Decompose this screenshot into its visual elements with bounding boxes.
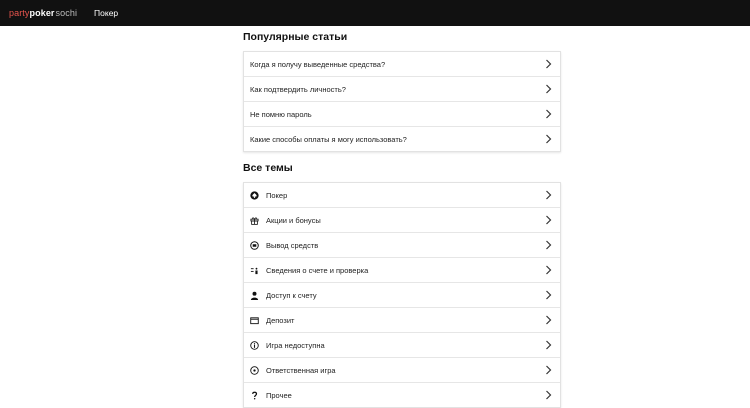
topic-item-responsible-gaming[interactable]: Ответственная игра [244, 358, 560, 383]
logo-poker-text: poker [29, 8, 55, 18]
chevron-right-icon [545, 265, 552, 275]
responsible-gaming-icon [250, 365, 259, 375]
wallet-icon [250, 316, 259, 325]
popular-articles-title: Популярные статьи [243, 31, 348, 43]
popular-article-label: Не помню пароль [250, 109, 312, 119]
popular-article-item[interactable]: Как подтвердить личность? [244, 77, 560, 102]
topic-item-withdrawal[interactable]: Вывод средств [244, 233, 560, 258]
chevron-right-icon [545, 290, 552, 300]
logo-party-text: party [9, 8, 30, 18]
topic-label: Доступ к счету [266, 290, 317, 300]
topic-item-account-verification[interactable]: Сведения о счете и проверка [244, 258, 560, 283]
chevron-right-icon [545, 190, 552, 200]
all-topics-list: Покер Акции и бонусы Вывод средств Сведе… [243, 182, 561, 408]
chevron-right-icon [545, 390, 552, 400]
logo-sochi-text: sochi [55, 8, 78, 18]
top-navigation-bar: party poker sochi Покер [0, 0, 750, 26]
popular-article-item[interactable]: Не помню пароль [244, 102, 560, 127]
topic-label: Депозит [266, 315, 295, 325]
chevron-right-icon [545, 240, 552, 250]
topic-item-poker[interactable]: Покер [244, 183, 560, 208]
popular-article-label: Как подтвердить личность? [250, 84, 346, 94]
nav-link-poker[interactable]: Покер [94, 8, 118, 18]
topic-label: Акции и бонусы [266, 215, 321, 225]
chevron-right-icon [545, 365, 552, 375]
popular-articles-list: Когда я получу выведенные средства? Как … [243, 51, 561, 152]
gift-icon [250, 216, 259, 225]
topic-label: Прочее [266, 390, 292, 400]
topic-label: Покер [266, 190, 288, 200]
account-verification-icon [250, 266, 259, 275]
popular-article-label: Когда я получу выведенные средства? [250, 59, 386, 69]
topic-label: Ответственная игра [266, 365, 336, 375]
popular-article-item[interactable]: Какие способы оплаты я могу использовать… [244, 127, 560, 151]
topic-label: Игра недоступна [266, 340, 325, 350]
topic-label: Сведения о счете и проверка [266, 265, 369, 275]
partypoker-sochi-logo[interactable]: party poker sochi [9, 8, 77, 18]
chevron-right-icon [545, 109, 552, 119]
topic-item-promotions[interactable]: Акции и бонусы [244, 208, 560, 233]
popular-article-label: Какие способы оплаты я могу использовать… [250, 134, 407, 144]
chevron-right-icon [545, 84, 552, 94]
chevron-right-icon [545, 134, 552, 144]
chevron-right-icon [545, 215, 552, 225]
help-content: Популярные статьи Когда я получу выведен… [243, 26, 561, 408]
user-icon [250, 291, 259, 300]
withdraw-icon [250, 240, 259, 250]
topic-item-deposit[interactable]: Депозит [244, 308, 560, 333]
question-icon [250, 391, 259, 400]
topic-item-other[interactable]: Прочее [244, 383, 560, 407]
chevron-right-icon [545, 315, 552, 325]
topic-label: Вывод средств [266, 240, 319, 250]
chevron-right-icon [545, 59, 552, 69]
all-topics-title: Все темы [243, 162, 293, 174]
chevron-right-icon [545, 340, 552, 350]
spade-icon [250, 190, 259, 200]
topic-item-game-unavailable[interactable]: Игра недоступна [244, 333, 560, 358]
popular-article-item[interactable]: Когда я получу выведенные средства? [244, 52, 560, 77]
topic-item-account-access[interactable]: Доступ к счету [244, 283, 560, 308]
info-icon [250, 340, 259, 350]
